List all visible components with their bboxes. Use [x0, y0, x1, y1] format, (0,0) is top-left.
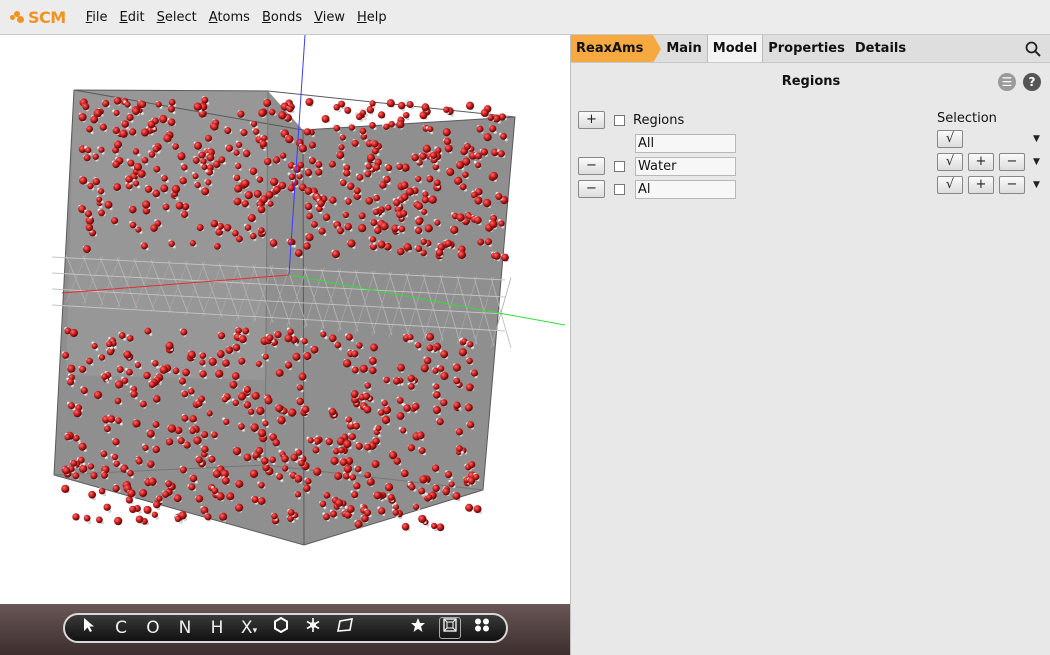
- properties-panel: ReaxAms Main Model Properties Details Re…: [570, 35, 1050, 655]
- unit-cell-tool[interactable]: [439, 617, 461, 639]
- element-tool-x[interactable]: X▾: [233, 615, 265, 641]
- menu-label-rest: iew: [322, 9, 345, 25]
- menu-mnemonic: E: [119, 9, 128, 25]
- tab-details[interactable]: Details: [850, 35, 911, 62]
- region-al-dropdown-icon[interactable]: ▼: [1033, 180, 1040, 190]
- menu-label-rest: toms: [217, 9, 250, 25]
- molecule-viewport[interactable]: [0, 35, 570, 655]
- tab-reaxams[interactable]: ReaxAms: [571, 35, 662, 63]
- region-al-checkbox[interactable]: [614, 184, 625, 195]
- region-water-checkbox[interactable]: [614, 161, 625, 172]
- remove-region-water-button[interactable]: −: [578, 157, 605, 175]
- region-name-field-water[interactable]: Water: [635, 157, 736, 176]
- region-all-dropdown-icon[interactable]: ▼: [1033, 134, 1040, 144]
- menu-mnemonic: B: [261, 9, 271, 25]
- add-region-button[interactable]: +: [578, 111, 605, 129]
- dropdown-arrow-icon: ▾: [252, 626, 258, 636]
- regions-all-checkbox[interactable]: [614, 115, 625, 126]
- molecules-tool[interactable]: [466, 615, 498, 641]
- tab-main[interactable]: Main: [661, 35, 706, 62]
- menu-view[interactable]: View: [314, 10, 345, 25]
- crystal-tool[interactable]: [297, 615, 329, 641]
- panel-menu-button[interactable]: ☰: [998, 73, 1016, 91]
- help-icon: ?: [1028, 75, 1036, 89]
- slice-tool[interactable]: [329, 615, 361, 641]
- scm-logo-icon: [10, 10, 26, 24]
- regions-header-label: Regions: [633, 113, 685, 128]
- element-tool-o[interactable]: O: [137, 615, 169, 641]
- element-tool-h[interactable]: H: [201, 615, 233, 641]
- help-button[interactable]: ?: [1023, 73, 1041, 91]
- menu-mnemonic: S: [156, 9, 165, 25]
- pointer-icon: [84, 618, 94, 632]
- tab-properties[interactable]: Properties: [763, 35, 850, 62]
- star-icon: [411, 618, 425, 632]
- remove-region-al-button[interactable]: −: [578, 180, 605, 198]
- menu-bonds[interactable]: Bonds: [262, 10, 302, 25]
- menu-label-rest: onds: [270, 9, 303, 25]
- menu-help[interactable]: Help: [357, 10, 387, 25]
- ring-tool[interactable]: [265, 615, 297, 641]
- favorites-tool[interactable]: [402, 615, 434, 641]
- editor-toolbar: C O N H X▾: [63, 613, 508, 643]
- remove-from-region-water-button[interactable]: −: [999, 153, 1025, 171]
- tab-model[interactable]: Model: [706, 35, 764, 62]
- scm-logo: SCM: [10, 8, 66, 27]
- unit-cell-icon: [443, 618, 457, 632]
- remove-from-region-al-button[interactable]: −: [999, 176, 1025, 194]
- menu-icon: ☰: [1001, 75, 1013, 89]
- hexagon-icon: [274, 616, 288, 634]
- selection-header-label: Selection: [937, 111, 997, 126]
- menu-label-rest: elp: [366, 9, 387, 25]
- menu-label-rest: dit: [127, 9, 145, 25]
- add-to-region-water-button[interactable]: +: [968, 153, 994, 171]
- select-region-water-button[interactable]: √: [937, 153, 963, 171]
- snowflake-icon: [306, 618, 320, 632]
- menu-edit[interactable]: Edit: [119, 10, 144, 25]
- region-water-dropdown-icon[interactable]: ▼: [1033, 157, 1040, 167]
- logo-text: SCM: [28, 7, 66, 27]
- select-region-al-button[interactable]: √: [937, 176, 963, 194]
- menu-bar: SCM File Edit Select Atoms Bonds View Help: [0, 0, 1050, 35]
- menu-label-rest: elect: [164, 9, 197, 25]
- page-title: Regions: [781, 74, 841, 89]
- atoms-cluster-icon: [475, 618, 489, 632]
- select-region-all-button[interactable]: √: [937, 130, 963, 148]
- menu-label-rest: ile: [92, 9, 108, 25]
- menu-file[interactable]: File: [86, 10, 108, 25]
- region-name-field-all[interactable]: All: [635, 134, 736, 153]
- menu-select[interactable]: Select: [157, 10, 197, 25]
- panel-tabs: ReaxAms Main Model Properties Details: [571, 35, 1050, 63]
- pointer-tool[interactable]: [73, 615, 105, 641]
- menu-atoms[interactable]: Atoms: [209, 10, 250, 25]
- element-tool-n[interactable]: N: [169, 615, 201, 641]
- element-tool-c[interactable]: C: [105, 615, 137, 641]
- search-icon[interactable]: [1025, 41, 1041, 57]
- element-tool-x-label: X: [240, 618, 253, 638]
- add-to-region-al-button[interactable]: +: [968, 176, 994, 194]
- region-name-field-al[interactable]: Al: [635, 180, 736, 199]
- menu-mnemonic: V: [314, 9, 323, 25]
- slab-plane-icon: [337, 618, 353, 632]
- menu-mnemonic: H: [356, 9, 367, 25]
- simulation-box-scene[interactable]: [0, 35, 570, 605]
